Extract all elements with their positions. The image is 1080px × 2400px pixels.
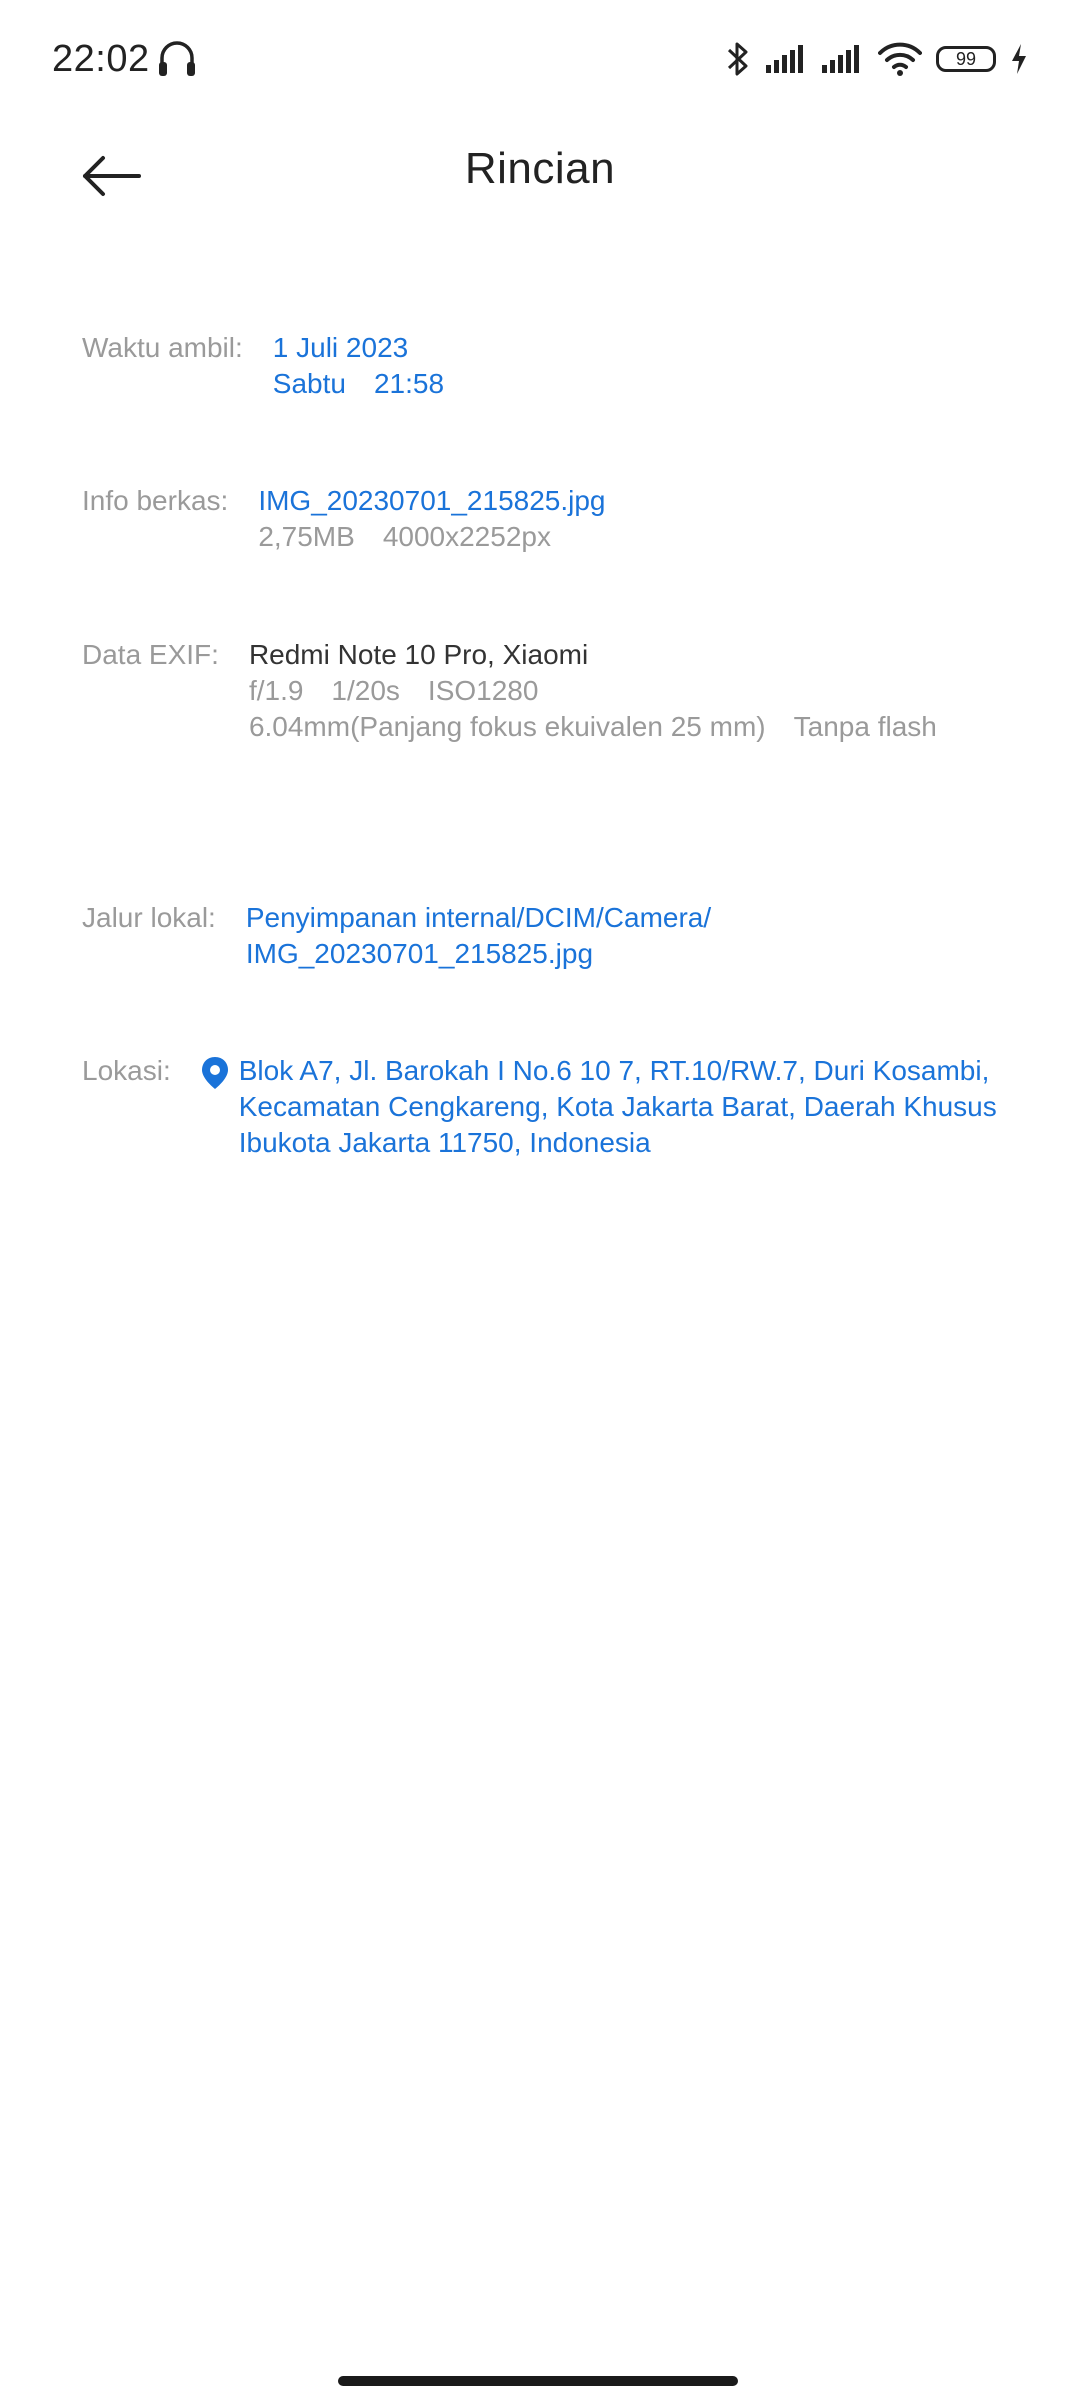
detail-row-exif: Data EXIF: Redmi Note 10 Pro, Xiaomi f/1…	[82, 637, 1010, 745]
capture-date: 1 Juli 2023	[272, 332, 409, 363]
exif-label: Data EXIF:	[82, 639, 219, 670]
exif-value: Redmi Note 10 Pro, Xiaomi f/1.9 1/20s ISO1…	[249, 637, 937, 745]
signal-icon	[822, 43, 864, 75]
page-title: Rincian	[464, 144, 616, 193]
detail-row-location: Lokasi: Blok A7, Jl. Barokah I No.6 10 7…	[82, 1053, 1010, 1161]
status-icons: 99	[724, 36, 1028, 82]
location-address[interactable]: Blok A7, Jl. Barokah I No.6 10 7, RT.10/…	[239, 1053, 1010, 1161]
location-pin-icon	[199, 1055, 231, 1091]
detail-row-file-info: Info berkas: IMG_20230701_215825.jpg 2,7…	[82, 483, 1010, 555]
status-time: 22:02	[52, 38, 150, 80]
file-size: 2,75MB	[258, 521, 355, 552]
wifi-icon	[878, 41, 922, 77]
exif-shutter: 1/20s	[331, 675, 400, 706]
detail-row-capture-time: Waktu ambil: 1 Juli 2023 Sabtu 21:58	[82, 330, 1010, 402]
local-path-value[interactable]: Penyimpanan internal/DCIM/Camera/ IMG_20…	[246, 900, 711, 972]
charging-icon	[1010, 43, 1028, 75]
home-indicator[interactable]	[338, 2376, 738, 2386]
bluetooth-icon	[724, 39, 752, 79]
exif-device: Redmi Note 10 Pro, Xiaomi	[248, 639, 589, 670]
status-bar: 22:02 99	[0, 0, 1080, 120]
exif-aperture: f/1.9	[248, 675, 304, 706]
header: Rincian	[0, 120, 1080, 230]
capture-clock: 21:58	[373, 368, 445, 399]
file-info-value[interactable]: IMG_20230701_215825.jpg 2,75MB 4000x2252p…	[258, 483, 605, 555]
location-label: Lokasi:	[82, 1055, 171, 1086]
headset-icon	[156, 38, 198, 80]
capture-time-value[interactable]: 1 Juli 2023 Sabtu 21:58	[273, 330, 444, 402]
capture-time-label: Waktu ambil:	[82, 332, 243, 363]
capture-day: Sabtu	[272, 368, 346, 399]
exif-iso: ISO1280	[427, 675, 539, 706]
file-info-label: Info berkas:	[82, 485, 229, 516]
file-resolution: 4000x2252px	[382, 521, 551, 552]
signal-icon	[766, 43, 808, 75]
exif-focal: 6.04mm(Panjang fokus ekuivalen 25 mm)	[248, 711, 766, 742]
local-path-line-2: IMG_20230701_215825.jpg	[245, 938, 594, 969]
file-name: IMG_20230701_215825.jpg	[258, 485, 606, 516]
battery-icon: 99	[936, 46, 996, 72]
exif-flash: Tanpa flash	[793, 711, 937, 742]
local-path-line-1: Penyimpanan internal/DCIM/Camera/	[245, 902, 712, 933]
detail-row-local-path: Jalur lokal: Penyimpanan internal/DCIM/C…	[82, 900, 1010, 972]
local-path-label: Jalur lokal:	[82, 902, 216, 933]
